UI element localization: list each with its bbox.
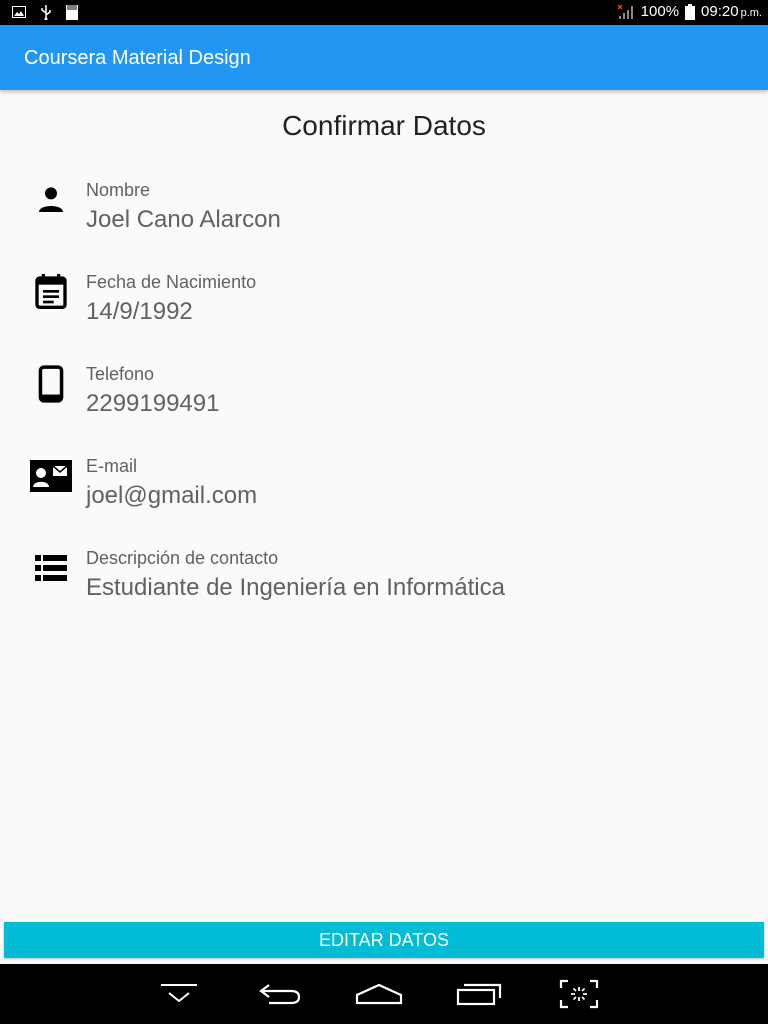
navigation-bar (0, 964, 768, 1024)
field-row-fecha: Fecha de Nacimiento 14/9/1992 (0, 272, 768, 352)
field-row-telefono: Telefono 2299199491 (0, 364, 768, 444)
field-label: Descripción de contacto (86, 548, 279, 568)
app-title: Coursera Material Design (24, 47, 251, 69)
page-title: Confirmar Datos (282, 110, 486, 141)
edit-data-button[interactable]: EDITAR DATOS (4, 922, 764, 958)
phone-icon (30, 364, 72, 404)
field-value: 2299199491 (86, 390, 220, 417)
field-row-descripcion: Descripción de contacto Estudiante de In… (0, 548, 768, 628)
battery-icon (685, 3, 696, 20)
clock-time: 09:20 (701, 3, 739, 20)
field-value: Estudiante de Ingeniería en Informática (86, 574, 505, 601)
field-label: Fecha de Nacimiento (86, 272, 257, 292)
back-icon[interactable] (254, 978, 304, 1010)
recents-icon[interactable] (454, 978, 504, 1010)
field-row-email: E-mail joel@gmail.com (0, 456, 768, 536)
field-label: Telefono (86, 364, 155, 384)
sd-card-icon (66, 4, 78, 20)
contact-mail-icon (30, 456, 72, 496)
status-bar: 100% 09:20 p.m. (0, 0, 768, 25)
person-icon (30, 180, 72, 220)
usb-icon (41, 5, 51, 20)
field-label: E-mail (86, 456, 138, 476)
signal-icon (617, 3, 633, 19)
list-icon (30, 548, 72, 588)
battery-percent: 100% (640, 3, 680, 20)
field-value: 14/9/1992 (86, 298, 193, 325)
field-value: joel@gmail.com (86, 482, 258, 509)
image-icon (12, 6, 26, 18)
clock-ampm: p.m. (740, 7, 762, 19)
app-bar: Coursera Material Design (0, 25, 768, 90)
hide-keyboard-icon[interactable] (154, 978, 204, 1010)
field-value: Joel Cano Alarcon (86, 206, 281, 233)
field-row-nombre: Nombre Joel Cano Alarcon (0, 180, 768, 260)
calendar-icon (30, 272, 72, 312)
screenshot-icon[interactable] (554, 978, 604, 1010)
field-label: Nombre (86, 180, 151, 200)
home-icon[interactable] (354, 978, 404, 1010)
clock: 09:20 p.m. (701, 3, 762, 20)
